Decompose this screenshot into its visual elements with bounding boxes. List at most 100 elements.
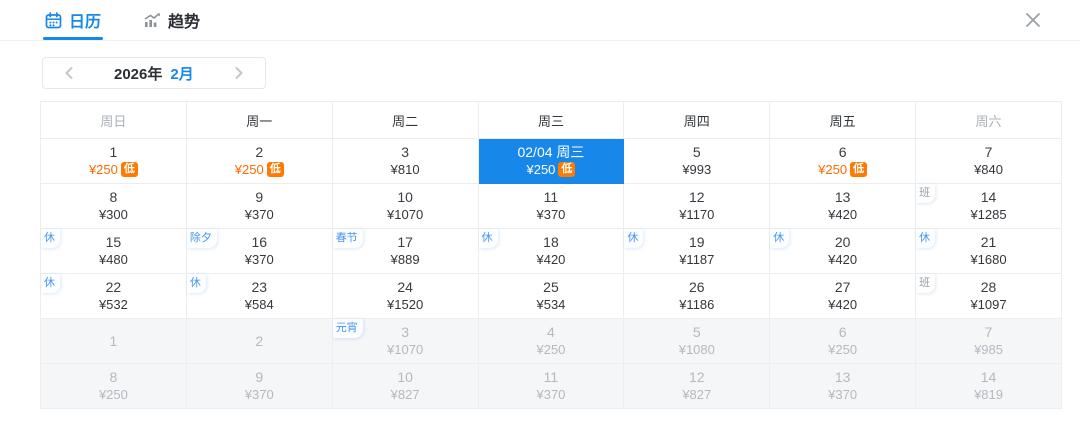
price-line: ¥420 bbox=[828, 206, 857, 223]
day-cell[interactable]: 02/04 周三 ¥250 低 bbox=[477, 138, 625, 184]
day-cell[interactable]: 8 ¥300 bbox=[40, 183, 187, 229]
day-cell[interactable]: 13 ¥370 bbox=[769, 363, 917, 409]
price-text: ¥534 bbox=[536, 297, 566, 312]
calendar-row: 8 ¥250 9 ¥370 10 ¥827 11 ¥370 12 ¥827 13 ¥370 14 ¥819 bbox=[40, 363, 1062, 409]
day-cell[interactable]: 25 ¥534 bbox=[477, 273, 625, 319]
cell-content: 15 ¥480 bbox=[41, 229, 186, 273]
chevron-left-icon[interactable] bbox=[58, 62, 80, 84]
day-cell[interactable]: 6 ¥250 低 bbox=[769, 138, 917, 184]
price-text: ¥889 bbox=[390, 252, 420, 267]
day-cell[interactable]: 6 ¥250 bbox=[769, 318, 917, 364]
day-cell[interactable]: 14 ¥819 bbox=[915, 363, 1062, 409]
cell-content: 14 ¥819 bbox=[916, 364, 1061, 408]
price-line: ¥840 bbox=[974, 161, 1003, 178]
day-cell[interactable]: 除夕 16 ¥370 bbox=[185, 228, 333, 274]
day-cell[interactable]: 2 ¥250 低 bbox=[185, 138, 333, 184]
day-cell[interactable]: 休 18 ¥420 bbox=[477, 228, 625, 274]
day-cell[interactable]: 9 ¥370 bbox=[185, 183, 333, 229]
price-line: ¥532 bbox=[99, 296, 128, 313]
day-number: 7 bbox=[984, 324, 993, 340]
day-cell[interactable]: 12 ¥827 bbox=[623, 363, 771, 409]
tab-bar: 日历 趋势 bbox=[0, 0, 1080, 41]
day-cell[interactable]: 11 ¥370 bbox=[477, 183, 625, 229]
close-icon[interactable] bbox=[1020, 7, 1046, 33]
price-line: ¥480 bbox=[99, 251, 128, 268]
day-cell[interactable]: 休 22 ¥532 bbox=[40, 273, 187, 319]
day-number: 1 bbox=[109, 144, 118, 160]
tab-calendar[interactable]: 日历 bbox=[42, 0, 104, 40]
cell-content: 1 ¥250 低 bbox=[41, 139, 186, 183]
day-cell[interactable]: 12 ¥1170 bbox=[623, 183, 771, 229]
calendar-body: 1 ¥250 低 2 ¥250 低 3 ¥810 02/04 周三 ¥250 低 5 ¥993 6 ¥250… bbox=[40, 138, 1062, 409]
day-cell[interactable]: 5 ¥1080 bbox=[623, 318, 771, 364]
day-cell[interactable]: 11 ¥370 bbox=[477, 363, 625, 409]
day-cell[interactable]: 3 ¥810 bbox=[331, 138, 479, 184]
tab-calendar-label: 日历 bbox=[69, 14, 102, 31]
day-cell[interactable]: 13 ¥420 bbox=[769, 183, 917, 229]
price-text: ¥420 bbox=[828, 207, 858, 222]
day-cell[interactable]: 元宵 3 ¥1070 bbox=[331, 318, 479, 364]
price-line: ¥370 bbox=[245, 386, 274, 403]
day-cell[interactable]: 26 ¥1186 bbox=[623, 273, 771, 319]
day-cell[interactable]: 休 23 ¥584 bbox=[185, 273, 333, 319]
day-cell[interactable]: 5 ¥993 bbox=[623, 138, 771, 184]
cell-content: 4 ¥250 bbox=[479, 319, 624, 363]
cell-content: 2 bbox=[187, 319, 332, 363]
day-cell[interactable]: 8 ¥250 bbox=[40, 363, 187, 409]
cell-content: 12 ¥1170 bbox=[624, 184, 769, 228]
chevron-right-icon[interactable] bbox=[228, 62, 250, 84]
day-number: 12 bbox=[689, 369, 705, 385]
work-badge: 班 bbox=[916, 274, 936, 293]
price-line: ¥370 bbox=[536, 386, 565, 403]
price-line: ¥370 bbox=[828, 386, 857, 403]
day-number: 6 bbox=[838, 324, 847, 340]
day-cell[interactable]: 休 21 ¥1680 bbox=[915, 228, 1062, 274]
cell-content: 13 ¥370 bbox=[770, 364, 915, 408]
price-line: ¥420 bbox=[828, 251, 857, 268]
day-cell[interactable]: 10 ¥1070 bbox=[331, 183, 479, 229]
day-number: 2 bbox=[255, 144, 264, 160]
rest-badge: 休 bbox=[41, 274, 60, 293]
day-number: 27 bbox=[834, 279, 851, 295]
day-number: 9 bbox=[255, 369, 264, 385]
festival-badge: 春节 bbox=[332, 229, 363, 248]
day-cell[interactable]: 班 14 ¥1285 bbox=[915, 183, 1062, 229]
price-line: ¥1170 bbox=[679, 206, 714, 223]
day-cell[interactable]: 休 19 ¥1187 bbox=[623, 228, 771, 274]
calendar-row: 8 ¥300 9 ¥370 10 ¥1070 11 ¥370 12 ¥1170 13 ¥420 班 14 ¥… bbox=[40, 183, 1062, 229]
day-cell[interactable]: 春节 17 ¥889 bbox=[331, 228, 479, 274]
price-line: ¥250 bbox=[536, 341, 565, 358]
price-line: ¥985 bbox=[974, 341, 1003, 358]
price-line: ¥420 bbox=[828, 296, 857, 313]
day-cell[interactable]: 10 ¥827 bbox=[331, 363, 479, 409]
tab-trend[interactable]: 趋势 bbox=[143, 0, 200, 40]
day-number: 18 bbox=[543, 234, 559, 250]
day-cell[interactable]: 4 ¥250 bbox=[477, 318, 625, 364]
day-cell[interactable]: 7 ¥985 bbox=[915, 318, 1062, 364]
day-cell[interactable]: 9 ¥370 bbox=[185, 363, 333, 409]
cell-content: 24 ¥1520 bbox=[333, 274, 478, 318]
day-cell[interactable]: 休 20 ¥420 bbox=[769, 228, 917, 274]
calendar-icon bbox=[45, 11, 62, 29]
day-cell[interactable]: 24 ¥1520 bbox=[331, 273, 479, 319]
day-cell[interactable]: 班 28 ¥1097 bbox=[915, 273, 1062, 319]
day-number: 5 bbox=[692, 324, 701, 340]
low-price-badge: 低 bbox=[266, 162, 284, 177]
day-number: 22 bbox=[105, 279, 122, 295]
calendar-row: 1 ¥250 低 2 ¥250 低 3 ¥810 02/04 周三 ¥250 低 5 ¥993 6 ¥250… bbox=[40, 138, 1062, 184]
price-text: ¥370 bbox=[536, 387, 566, 402]
month-navigator: 2026年 2月 bbox=[42, 57, 266, 89]
cell-content: 22 ¥532 bbox=[41, 274, 186, 318]
cell-content: 5 ¥993 bbox=[624, 139, 769, 183]
day-number: 2 bbox=[255, 332, 264, 349]
price-text: ¥370 bbox=[244, 207, 274, 222]
day-cell[interactable]: 1 ¥250 低 bbox=[40, 138, 187, 184]
day-number: 23 bbox=[251, 279, 268, 295]
price-text: ¥250 bbox=[828, 342, 858, 357]
day-number: 3 bbox=[401, 144, 409, 160]
day-cell[interactable]: 7 ¥840 bbox=[915, 138, 1062, 184]
day-cell[interactable]: 27 ¥420 bbox=[769, 273, 917, 319]
price-line: ¥420 bbox=[536, 251, 565, 268]
price-text: ¥827 bbox=[390, 387, 420, 402]
day-cell[interactable]: 休 15 ¥480 bbox=[40, 228, 187, 274]
